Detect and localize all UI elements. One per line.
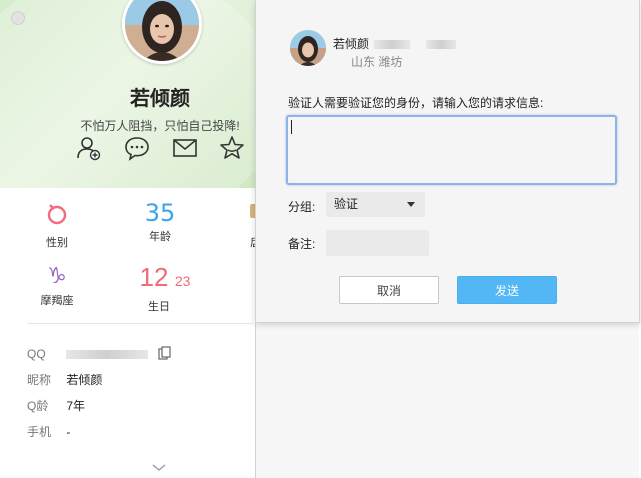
- qq-number-redacted: [66, 350, 149, 359]
- group-select-value: 验证: [334, 197, 359, 211]
- birthday-month: 12: [139, 262, 169, 292]
- dialog-location: 山东 潍坊: [351, 55, 403, 69]
- group-label: 分组:: [288, 200, 316, 214]
- attr-zodiac-label: 摩羯座: [40, 295, 74, 307]
- info-qq-age-key: Q龄: [27, 399, 49, 413]
- attr-gender-label: 性别: [46, 237, 68, 249]
- capricorn-icon: ♑: [47, 264, 67, 289]
- profile-panel: 若倾颜 不怕万人阻挡，只怕自己投降! 性别 35 年龄 ♑ 摩羯座 12 23 …: [0, 0, 261, 478]
- info-phone-value: -: [66, 425, 71, 439]
- star-icon[interactable]: [219, 135, 245, 161]
- avatar-photo: [125, 0, 199, 61]
- attr-age-label: 年龄: [149, 231, 171, 243]
- verification-prompt: 验证人需要验证您的身份，请输入您的请求信息:: [288, 96, 544, 110]
- chevron-down-icon[interactable]: [151, 460, 167, 478]
- cancel-button[interactable]: 取消: [339, 276, 439, 304]
- info-nickname-value: 若倾颜: [66, 373, 103, 387]
- attr-birthday: 12 23 生日: [130, 263, 200, 314]
- attr-gender: 性别: [27, 201, 87, 250]
- dialog-name-text: 若倾颜: [333, 37, 370, 51]
- dropdown-arrow-icon: [407, 202, 415, 207]
- background-pane: [255, 323, 639, 478]
- age-value: 35: [144, 199, 176, 227]
- window-close-dot[interactable]: [11, 11, 25, 25]
- info-qq-age: Q龄 7年: [27, 397, 85, 414]
- info-phone-key: 手机: [27, 425, 52, 439]
- qq-redacted: [425, 40, 456, 50]
- add-friend-icon[interactable]: [76, 135, 102, 161]
- profile-motto: 不怕万人阻挡，只怕自己投降!: [80, 119, 240, 133]
- mail-icon[interactable]: [172, 135, 198, 161]
- remark-label: 备注:: [288, 237, 316, 251]
- request-message-input[interactable]: [286, 115, 617, 185]
- female-icon: [47, 204, 67, 225]
- copy-icon[interactable]: [158, 346, 172, 363]
- info-qq-key: QQ: [27, 346, 46, 361]
- attr-zodiac: ♑ 摩羯座: [27, 264, 87, 308]
- info-nickname: 昵称 若倾颜: [27, 371, 102, 388]
- profile-nickname: 若倾颜: [130, 88, 190, 110]
- group-select[interactable]: 验证: [326, 192, 425, 217]
- dialog-avatar-photo: [290, 30, 326, 66]
- send-button[interactable]: 发送: [457, 276, 557, 304]
- dialog-avatar: [290, 30, 326, 66]
- chat-bubble-icon[interactable]: [124, 135, 150, 161]
- info-phone: 手机 -: [27, 423, 70, 440]
- text-caret: [291, 120, 292, 134]
- friend-request-dialog: 若倾颜 山东 潍坊 验证人需要验证您的身份，请输入您的请求信息: 分组: 验证 …: [255, 0, 640, 323]
- attr-age: 35 年龄: [130, 200, 190, 244]
- divider: [27, 323, 253, 324]
- name-suffix-redacted: [374, 40, 411, 50]
- birthday-day: 23: [174, 273, 191, 289]
- info-nickname-key: 昵称: [27, 373, 52, 387]
- profile-header: 若倾颜 不怕万人阻挡，只怕自己投降!: [0, 0, 260, 188]
- dialog-name: 若倾颜: [333, 35, 456, 52]
- attr-birthday-label: 生日: [148, 301, 170, 313]
- info-qq: QQ: [27, 346, 172, 363]
- info-qq-age-value: 7年: [66, 399, 86, 413]
- remark-input[interactable]: [326, 230, 429, 256]
